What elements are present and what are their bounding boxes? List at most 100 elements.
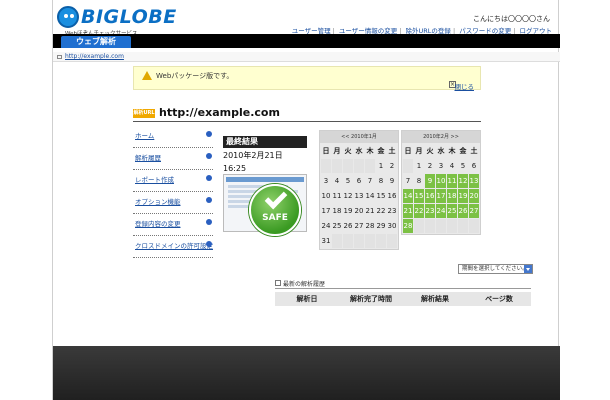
calendar-day[interactable]: 21 xyxy=(365,204,375,218)
chevron-down-icon[interactable] xyxy=(524,265,532,273)
calendar-day[interactable]: 29 xyxy=(376,219,386,233)
calendar-day[interactable]: 9 xyxy=(425,174,435,188)
result-time: 16:25 xyxy=(223,164,247,173)
breadcrumb: http://example.com xyxy=(53,52,560,62)
calendar-day[interactable]: 24 xyxy=(321,219,331,233)
calendar-day[interactable]: 27 xyxy=(354,219,364,233)
day-of-week: 月 xyxy=(332,144,342,158)
calendar-day[interactable]: 7 xyxy=(365,174,375,188)
calendar-day[interactable]: 13 xyxy=(469,174,479,188)
calendar-day[interactable]: 18 xyxy=(332,204,342,218)
calendar-empty-cell xyxy=(436,219,446,233)
calendar-day[interactable]: 1 xyxy=(376,159,386,173)
breadcrumb-url[interactable]: http://example.com xyxy=(65,53,124,60)
calendar-day[interactable]: 25 xyxy=(332,219,342,233)
calendar-day[interactable]: 22 xyxy=(376,204,386,218)
calendar-day[interactable]: 10 xyxy=(321,189,331,203)
calendar-day[interactable]: 5 xyxy=(458,159,468,173)
final-result: 最終結果 2010年2月21日 16:25 SAFE xyxy=(223,136,307,236)
calendar-day[interactable]: 23 xyxy=(387,204,397,218)
sidebar-item-history[interactable]: 解析履歴 xyxy=(133,148,213,170)
calendar-day[interactable]: 16 xyxy=(387,189,397,203)
calendar-day[interactable]: 8 xyxy=(376,174,386,188)
calendar-day[interactable]: 2 xyxy=(387,159,397,173)
calendar-day[interactable]: 14 xyxy=(365,189,375,203)
calendar-day[interactable]: 31 xyxy=(321,234,331,248)
calendar-empty-cell xyxy=(469,219,479,233)
sidebar-item-label: 登録内容の変更 xyxy=(135,220,181,228)
calendar-day[interactable]: 13 xyxy=(354,189,364,203)
calendar-day[interactable]: 20 xyxy=(469,189,479,203)
calendar-day[interactable]: 26 xyxy=(343,219,353,233)
calendar-day[interactable]: 23 xyxy=(425,204,435,218)
calendar-day[interactable]: 21 xyxy=(403,204,413,218)
calendar-empty-cell xyxy=(414,219,424,233)
calendar-day[interactable]: 17 xyxy=(436,189,446,203)
result-title: 最終結果 xyxy=(223,136,307,148)
notice-banner: Webパッケージ版です。 × 閉じる xyxy=(133,66,481,91)
sidebar-item-crossdomain[interactable]: クロスドメインの許可設定 xyxy=(133,236,213,258)
calendar-day[interactable]: 11 xyxy=(332,189,342,203)
calendar-day[interactable]: 7 xyxy=(403,174,413,188)
calendar-day[interactable]: 12 xyxy=(343,189,353,203)
calendar-day[interactable]: 15 xyxy=(376,189,386,203)
calendar-day[interactable]: 14 xyxy=(403,189,413,203)
calendar-header[interactable]: 2010年2月 >> xyxy=(402,131,480,143)
close-link[interactable]: 閉じる xyxy=(455,81,475,91)
app-frame: BIGLOBE Webほぞんチェックサービス こんにちは〇〇〇〇さん ユーザー管… xyxy=(52,0,560,400)
calendar-empty-cell xyxy=(387,234,397,248)
sidebar-item-label: クロスドメインの許可設定 xyxy=(135,242,213,250)
calendar-day[interactable]: 18 xyxy=(447,189,457,203)
calendar-day[interactable]: 24 xyxy=(436,204,446,218)
day-of-week: 火 xyxy=(425,144,435,158)
calendar-day[interactable]: 4 xyxy=(447,159,457,173)
calendar-day[interactable]: 6 xyxy=(469,159,479,173)
calendar-empty-cell xyxy=(354,234,364,248)
calendar-day[interactable]: 28 xyxy=(403,219,413,233)
calendar-day[interactable]: 3 xyxy=(436,159,446,173)
calendar-day[interactable]: 26 xyxy=(458,204,468,218)
calendar-day[interactable]: 11 xyxy=(447,174,457,188)
calendar-day[interactable]: 3 xyxy=(321,174,331,188)
notice-text: Webパッケージ版です。 xyxy=(156,72,234,80)
calendar-day[interactable]: 20 xyxy=(354,204,364,218)
calendar-day[interactable]: 28 xyxy=(365,219,375,233)
sidebar-item-options[interactable]: オプション機能 xyxy=(133,192,213,214)
arrow-icon xyxy=(206,197,212,203)
calendar-day[interactable]: 19 xyxy=(458,189,468,203)
calendar-day[interactable]: 27 xyxy=(469,204,479,218)
calendar-day[interactable]: 6 xyxy=(354,174,364,188)
calendar-day[interactable]: 25 xyxy=(447,204,457,218)
history-icon xyxy=(275,280,281,286)
calendar-empty-cell xyxy=(365,234,375,248)
period-select[interactable]: 期間を選択してください。 xyxy=(458,264,533,274)
calendar-day[interactable]: 8 xyxy=(414,174,424,188)
calendar-empty-cell xyxy=(332,234,342,248)
day-of-week: 月 xyxy=(414,144,424,158)
calendar-day[interactable]: 17 xyxy=(321,204,331,218)
day-of-week: 土 xyxy=(387,144,397,158)
calendar-day[interactable]: 22 xyxy=(414,204,424,218)
calendar-day[interactable]: 30 xyxy=(387,219,397,233)
calendar-empty-cell xyxy=(332,159,342,173)
column-header: 解析完了時間 xyxy=(350,295,392,303)
main-nav: ウェブ解析 xyxy=(53,34,560,48)
day-of-week: 土 xyxy=(469,144,479,158)
biglobe-logo[interactable]: BIGLOBE Webほぞんチェックサービス xyxy=(57,6,176,37)
sidebar-item-report[interactable]: レポート作成 xyxy=(133,170,213,192)
calendar-day[interactable]: 10 xyxy=(436,174,446,188)
sidebar-item-settings[interactable]: 登録内容の変更 xyxy=(133,214,213,236)
calendar-day[interactable]: 5 xyxy=(343,174,353,188)
calendar-header[interactable]: << 2010年1月 xyxy=(320,131,398,143)
tab-web-analysis[interactable]: ウェブ解析 xyxy=(61,36,131,48)
calendar-day[interactable]: 16 xyxy=(425,189,435,203)
calendar-day[interactable]: 9 xyxy=(387,174,397,188)
column-header: ページ数 xyxy=(485,295,513,303)
calendar-day[interactable]: 1 xyxy=(414,159,424,173)
calendar-day[interactable]: 15 xyxy=(414,189,424,203)
calendar-day[interactable]: 4 xyxy=(332,174,342,188)
calendar-day[interactable]: 2 xyxy=(425,159,435,173)
calendar-day[interactable]: 19 xyxy=(343,204,353,218)
calendar-day[interactable]: 12 xyxy=(458,174,468,188)
sidebar-item-home[interactable]: ホーム xyxy=(133,126,213,148)
